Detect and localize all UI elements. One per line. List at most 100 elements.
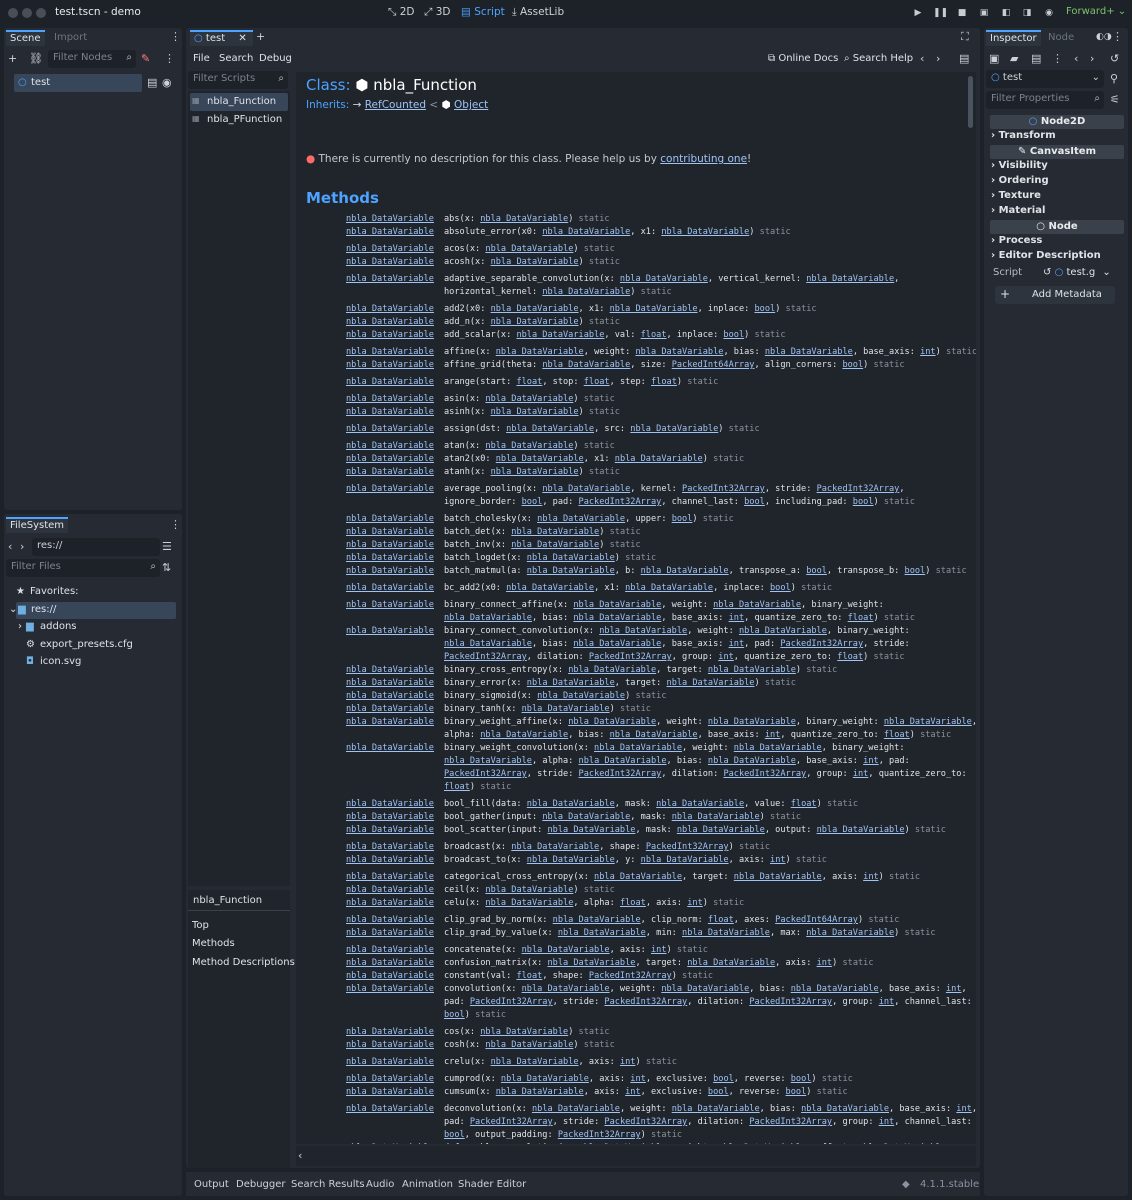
add-metadata-button[interactable]: + Add Metadata — [995, 286, 1115, 304]
return-type-link[interactable]: nbla_DataVariable — [346, 984, 434, 994]
menu-search[interactable]: Search — [219, 53, 253, 64]
type-link[interactable]: nbla_DataVariable — [511, 842, 599, 852]
tab-shader-editor[interactable]: Shader Editor — [458, 1179, 526, 1190]
zoom-window-button[interactable] — [36, 8, 46, 18]
section-canvasitem[interactable]: ✎ CanvasItem — [990, 145, 1124, 159]
return-type-link[interactable]: nbla_DataVariable — [346, 377, 434, 387]
type-link[interactable]: bool — [842, 360, 863, 370]
script-icon[interactable]: ▤ — [147, 76, 157, 90]
type-link[interactable]: PackedInt32Array — [817, 484, 900, 494]
type-link[interactable]: nbla_DataVariable — [641, 855, 729, 865]
type-link[interactable]: nbla_DataVariable — [625, 583, 713, 593]
filter-nodes-input[interactable]: Filter Nodes ⌕ — [48, 50, 136, 68]
type-link[interactable]: PackedInt32Array — [780, 639, 863, 649]
type-link[interactable]: int — [620, 1057, 636, 1067]
type-link[interactable]: int — [729, 639, 745, 649]
type-link[interactable]: nbla_DataVariable — [858, 1143, 946, 1144]
sort-icon[interactable]: ⇅ — [162, 561, 171, 575]
type-link[interactable]: PackedInt32Array — [589, 971, 672, 981]
type-link[interactable]: nbla_DataVariable — [558, 928, 646, 938]
type-link[interactable]: int — [651, 945, 667, 955]
type-link[interactable]: nbla_DataVariable — [708, 717, 796, 727]
return-type-link[interactable]: nbla_DataVariable — [346, 885, 434, 895]
type-link[interactable]: PackedInt32Array — [646, 842, 729, 852]
type-link[interactable]: nbla_DataVariable — [522, 704, 610, 714]
return-type-link[interactable]: nbla_DataVariable — [346, 600, 434, 610]
tab-filesystem[interactable]: FileSystem — [6, 517, 69, 533]
type-link[interactable]: bool — [444, 1010, 465, 1020]
add-tab-icon[interactable]: + — [256, 30, 265, 44]
type-link[interactable]: nbla_DataVariable — [641, 566, 729, 576]
type-link[interactable]: nbla_DataVariable — [537, 514, 625, 524]
type-link[interactable]: bool — [744, 497, 765, 507]
type-link[interactable]: int — [946, 984, 962, 994]
section-node[interactable]: ○ Node — [990, 220, 1124, 234]
return-type-link[interactable]: nbla_DataVariable — [346, 214, 434, 224]
type-link[interactable]: float — [444, 782, 470, 792]
category-material[interactable]: › Material — [991, 205, 1045, 216]
menu-file[interactable]: File — [193, 53, 210, 64]
type-link[interactable]: nbla_DataVariable — [485, 1040, 573, 1050]
contributing-link[interactable]: contributing one — [660, 153, 747, 165]
folder-icon[interactable]: ▰ — [1010, 52, 1018, 66]
return-type-link[interactable]: nbla_DataVariable — [346, 1057, 434, 1067]
new-resource-icon[interactable]: ▣ — [989, 52, 999, 66]
type-link[interactable]: int — [879, 1117, 895, 1127]
type-link[interactable]: float — [620, 898, 646, 908]
return-type-link[interactable]: nbla_DataVariable — [346, 566, 434, 576]
type-link[interactable]: bool — [754, 304, 775, 314]
type-link[interactable]: nbla_DataVariable — [765, 347, 853, 357]
menu-debug[interactable]: Debug — [259, 53, 292, 64]
type-link[interactable]: float — [837, 652, 863, 662]
type-link[interactable]: int — [920, 347, 936, 357]
inspected-object-select[interactable]: ○ test ⌄ — [986, 70, 1104, 88]
return-type-link[interactable]: nbla_DataVariable — [346, 898, 434, 908]
fs-item-res[interactable]: res:// — [31, 604, 56, 615]
tab-inspector[interactable]: Inspector — [986, 30, 1041, 46]
return-type-link[interactable]: nbla_DataVariable — [346, 665, 434, 675]
save-icon[interactable]: ▤ — [1031, 52, 1041, 66]
type-link[interactable]: nbla_DataVariable — [677, 825, 765, 835]
type-link[interactable]: nbla_DataVariable — [485, 898, 573, 908]
type-link[interactable]: int — [765, 730, 781, 740]
more-icon[interactable]: ⋮ — [170, 518, 181, 532]
chevron-down-icon[interactable]: ⌄ — [9, 604, 17, 615]
type-link[interactable]: nbla_DataVariable — [594, 743, 682, 753]
type-link[interactable]: nbla_DataVariable — [491, 407, 579, 417]
toggle-scripts-panel-icon[interactable]: ▤ — [959, 52, 969, 66]
return-type-link[interactable]: nbla_DataVariable — [346, 467, 434, 477]
type-link[interactable]: nbla_DataVariable — [527, 678, 615, 688]
type-link[interactable]: float — [791, 799, 817, 809]
type-link[interactable]: PackedInt32Array — [749, 1117, 832, 1127]
fs-item-icon-svg[interactable]: icon.svg — [40, 656, 81, 667]
type-link[interactable]: int — [863, 872, 879, 882]
return-type-link[interactable]: nbla_DataVariable — [346, 842, 434, 852]
category-ordering[interactable]: › Ordering — [991, 175, 1049, 186]
more-icon[interactable]: ⋮ — [1052, 52, 1063, 66]
split-mode-icon[interactable]: ☰ — [162, 540, 172, 554]
return-type-link[interactable]: nbla_DataVariable — [346, 540, 434, 550]
return-type-link[interactable]: nbla_DataVariable — [346, 424, 434, 434]
type-link[interactable]: PackedInt32Array — [470, 997, 553, 1007]
type-link[interactable]: bool — [791, 1074, 812, 1084]
type-link[interactable]: nbla_DataVariable — [480, 214, 568, 224]
type-link[interactable]: PackedInt32Array — [749, 997, 832, 1007]
type-link[interactable]: PackedInt32Array — [579, 769, 662, 779]
return-type-link[interactable]: nbla_DataVariable — [346, 799, 434, 809]
script-property-value[interactable]: ↺ ○ test.g ⌄ — [1043, 267, 1111, 278]
eye-icon[interactable]: ◉ — [162, 76, 172, 90]
type-link[interactable]: nbla_DataVariable — [599, 626, 687, 636]
type-link[interactable]: float — [848, 613, 874, 623]
mode-assetlib-button[interactable]: ⤓ AssetLib — [512, 6, 564, 19]
return-type-link[interactable]: nbla_DataVariable — [346, 1074, 434, 1084]
type-link[interactable]: nbla_DataVariable — [615, 454, 703, 464]
type-link[interactable]: nbla_DataVariable — [718, 1143, 806, 1144]
return-type-link[interactable]: nbla_DataVariable — [346, 227, 434, 237]
history-icon[interactable]: ↺ — [1110, 52, 1119, 66]
type-link[interactable]: int — [879, 997, 895, 1007]
type-link[interactable]: float — [651, 377, 677, 387]
distraction-free-icon[interactable]: ⛶ — [961, 30, 969, 44]
type-link[interactable]: int — [956, 1104, 972, 1114]
return-type-link[interactable]: nbla_DataVariable — [346, 691, 434, 701]
type-link[interactable]: nbla_DataVariable — [687, 958, 775, 968]
